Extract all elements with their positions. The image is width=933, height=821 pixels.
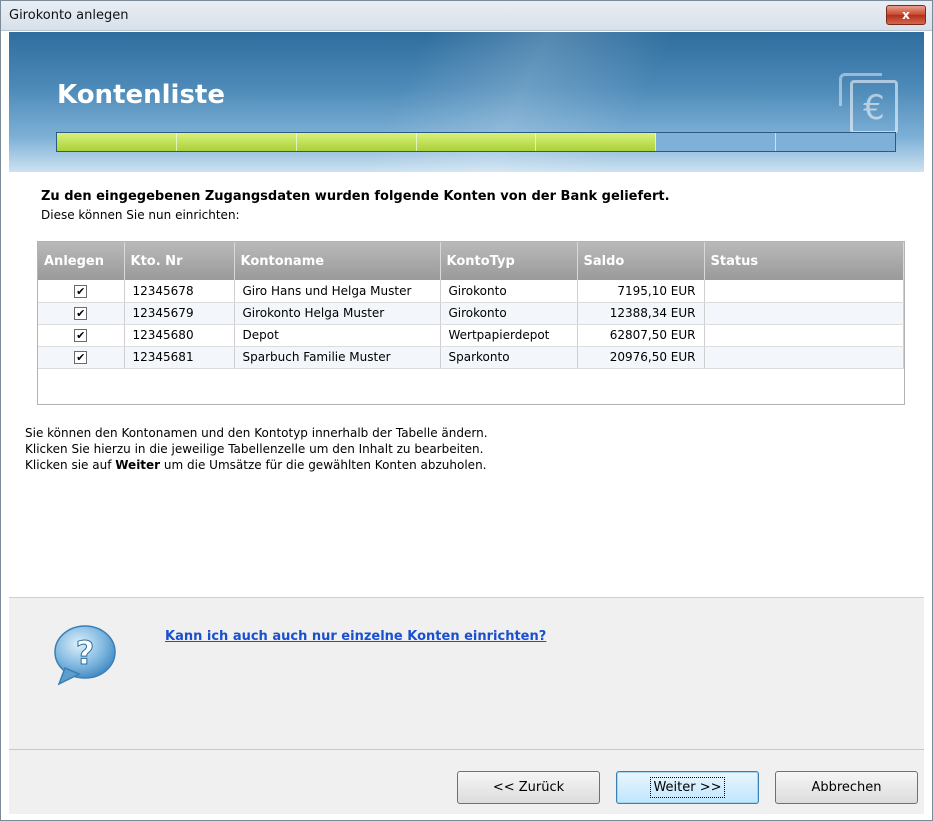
page-title: Kontenliste [57,80,225,110]
kontoname-cell[interactable]: Girokonto Helga Muster [234,302,441,325]
kto-nr-cell: 12345680 [124,324,235,347]
hint-line-suffix: um die Umsätze für die gewählten Konten … [160,458,487,472]
status-cell [704,346,904,369]
hint-line: Sie können den Kontonamen und den Kontot… [25,426,488,440]
close-button[interactable]: x [886,5,926,25]
step-progress-bar [56,132,896,152]
column-header-anlegen[interactable]: Anlegen [38,242,125,280]
progress-segment-pending [776,133,895,151]
table-header-row: Anlegen Kto. Nr Kontoname KontoTyp Saldo… [38,242,904,280]
hint-weiter-emphasis: Weiter [115,458,161,472]
hint-line: Klicken Sie hierzu in die jeweilige Tabe… [25,442,484,456]
column-header-status[interactable]: Status [704,242,904,280]
checkbox[interactable]: ✔ [74,329,88,342]
back-button[interactable]: << Zurück [457,771,600,804]
title-bar: Girokonto anlegen x [1,1,932,31]
progress-segment-done [176,133,297,151]
progress-segment-done [536,133,657,151]
column-header-kontoname[interactable]: Kontoname [234,242,441,280]
kto-nr-cell: 12345681 [124,346,235,369]
help-panel: ? Kann ich auch auch nur einzelne Konten… [9,597,924,749]
kontotyp-cell[interactable]: Sparkonto [440,346,578,369]
intro-subtext: Diese können Sie nun einrichten: [41,208,240,222]
question-bubble-icon: ? [54,625,116,686]
progress-segment-pending [656,133,777,151]
cancel-button-label: Abbrechen [811,780,882,795]
cancel-button[interactable]: Abbrechen [775,771,918,804]
checkbox[interactable]: ✔ [74,351,88,364]
status-cell [704,280,904,303]
accounts-table: Anlegen Kto. Nr Kontoname KontoTyp Saldo… [37,241,905,405]
status-cell [704,324,904,347]
table-row[interactable]: ✔ 12345678 Giro Hans und Helga Muster Gi… [38,280,904,303]
table-row[interactable]: ✔ 12345679 Girokonto Helga Muster Giroko… [38,302,904,325]
anlegen-cell[interactable]: ✔ [38,302,125,325]
help-link[interactable]: Kann ich auch auch nur einzelne Konten e… [165,629,546,644]
kontoname-cell[interactable]: Depot [234,324,441,347]
button-bar: << Zurück Weiter >> Abbrechen [9,749,924,814]
column-header-kontotyp[interactable]: KontoTyp [440,242,578,280]
kontotyp-cell[interactable]: Wertpapierdepot [440,324,578,347]
anlegen-cell[interactable]: ✔ [38,280,125,303]
hint-line: Klicken sie auf Weiter um die Umsätze fü… [25,457,488,473]
euro-wallet-icon: € [839,73,898,134]
hint-text: Sie können den Kontonamen und den Kontot… [25,425,488,473]
column-header-kto-nr[interactable]: Kto. Nr [124,242,235,280]
saldo-cell: 12388,34 EUR [577,302,705,325]
header-banner: Kontenliste € [9,32,924,172]
anlegen-cell[interactable]: ✔ [38,324,125,347]
kontotyp-cell[interactable]: Girokonto [440,280,578,303]
saldo-cell: 62807,50 EUR [577,324,705,347]
progress-segment-done [416,133,537,151]
kontoname-cell[interactable]: Sparbuch Familie Muster [234,346,441,369]
next-button[interactable]: Weiter >> [616,771,759,804]
status-cell [704,302,904,325]
back-button-label: << Zurück [492,780,565,795]
next-button-label: Weiter >> [650,777,725,798]
intro-heading: Zu den eingegebenen Zugangsdaten wurden … [41,189,670,204]
progress-segment-done [296,133,417,151]
kto-nr-cell: 12345679 [124,302,235,325]
saldo-cell: 7195,10 EUR [577,280,705,303]
dialog-window: Girokonto anlegen x Kontenliste € Zu den… [0,0,933,821]
table-row[interactable]: ✔ 12345680 Depot Wertpapierdepot 62807,5… [38,324,904,347]
table-row[interactable]: ✔ 12345681 Sparbuch Familie Muster Spark… [38,346,904,369]
saldo-cell: 20976,50 EUR [577,346,705,369]
checkbox[interactable]: ✔ [74,307,88,320]
hint-line-prefix: Klicken sie auf [25,458,116,472]
kontoname-cell[interactable]: Giro Hans und Helga Muster [234,280,441,303]
close-icon: x [902,8,910,22]
window-title: Girokonto anlegen [9,8,129,23]
kontotyp-cell[interactable]: Girokonto [440,302,578,325]
svg-text:?: ? [76,634,95,672]
column-header-saldo[interactable]: Saldo [577,242,705,280]
progress-segment-done [57,133,177,151]
kto-nr-cell: 12345678 [124,280,235,303]
anlegen-cell[interactable]: ✔ [38,346,125,369]
checkbox[interactable]: ✔ [74,284,88,298]
